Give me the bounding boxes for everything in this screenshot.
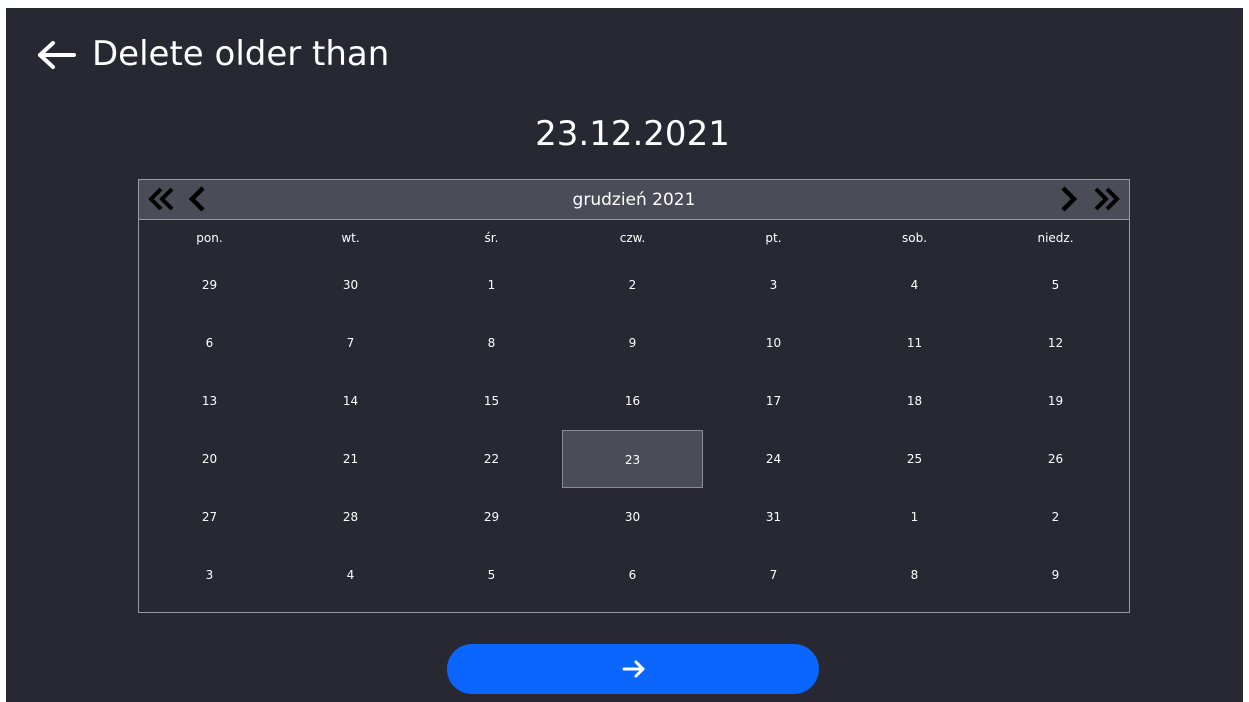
day-cell[interactable]: 24 xyxy=(703,430,844,488)
next-year-button[interactable] xyxy=(1091,183,1121,215)
day-cell[interactable]: 12 xyxy=(985,314,1126,372)
weekday-label: wt. xyxy=(341,231,360,245)
day-cell[interactable]: 10 xyxy=(703,314,844,372)
day-cell[interactable]: 3 xyxy=(703,256,844,314)
day-cell[interactable]: 30 xyxy=(562,488,703,546)
back-button[interactable] xyxy=(34,38,78,72)
day-cell[interactable]: 25 xyxy=(844,430,985,488)
day-cell[interactable]: 14 xyxy=(280,372,421,430)
day-cell[interactable]: 5 xyxy=(421,546,562,604)
double-chevron-left-icon xyxy=(148,187,174,211)
weekday-label: niedz. xyxy=(1037,231,1074,245)
day-cell[interactable]: 7 xyxy=(703,546,844,604)
day-cell[interactable]: 6 xyxy=(562,546,703,604)
day-cell[interactable]: 6 xyxy=(139,314,280,372)
day-cell[interactable]: 27 xyxy=(139,488,280,546)
weekday-header-row: pon. wt. śr. czw. pt. sob. niedz. xyxy=(139,220,1129,256)
day-cell[interactable]: 4 xyxy=(280,546,421,604)
arrow-right-icon xyxy=(622,660,645,678)
day-cell[interactable]: 29 xyxy=(139,256,280,314)
confirm-button[interactable] xyxy=(447,644,819,694)
weekday-label: pt. xyxy=(765,231,782,245)
chevron-right-icon xyxy=(1061,186,1078,212)
day-cell[interactable]: 20 xyxy=(139,430,280,488)
day-cell[interactable]: 22 xyxy=(421,430,562,488)
day-cell[interactable]: 5 xyxy=(985,256,1126,314)
selected-date-display: 23.12.2021 xyxy=(535,114,730,154)
day-cell[interactable]: 8 xyxy=(421,314,562,372)
day-cell[interactable]: 1 xyxy=(421,256,562,314)
screen: Delete older than 23.12.2021 grudzień 20… xyxy=(6,8,1243,702)
previous-year-button[interactable] xyxy=(147,183,177,215)
day-cell[interactable]: 17 xyxy=(703,372,844,430)
weekday-label: sob. xyxy=(901,231,928,245)
calendar: grudzień 2021 pon. wt. śr. czw. pt. sob.… xyxy=(138,179,1130,613)
day-cell[interactable]: 13 xyxy=(139,372,280,430)
double-chevron-right-icon xyxy=(1094,187,1120,211)
day-cell[interactable]: 28 xyxy=(280,488,421,546)
day-cell[interactable]: 16 xyxy=(562,372,703,430)
day-cell[interactable]: 7 xyxy=(280,314,421,372)
month-label: grudzień 2021 xyxy=(572,190,696,210)
calendar-header: grudzień 2021 xyxy=(139,180,1129,220)
chevron-left-icon xyxy=(188,186,205,212)
day-cell[interactable]: 19 xyxy=(985,372,1126,430)
day-cell[interactable]: 9 xyxy=(985,546,1126,604)
page-title: Delete older than xyxy=(92,34,390,74)
day-cell[interactable]: 29 xyxy=(421,488,562,546)
weekday-label: czw. xyxy=(619,231,646,245)
weekday-label: śr. xyxy=(484,231,499,245)
weekday-label: pon. xyxy=(196,231,223,245)
day-cell[interactable]: 26 xyxy=(985,430,1126,488)
day-cell[interactable]: 4 xyxy=(844,256,985,314)
day-cell[interactable]: 3 xyxy=(139,546,280,604)
day-cell[interactable]: 9 xyxy=(562,314,703,372)
day-cell[interactable]: 18 xyxy=(844,372,985,430)
day-cell-selected[interactable]: 23 xyxy=(562,430,703,488)
day-cell[interactable]: 21 xyxy=(280,430,421,488)
day-cell[interactable]: 30 xyxy=(280,256,421,314)
day-cell[interactable]: 15 xyxy=(421,372,562,430)
previous-month-button[interactable] xyxy=(187,183,209,215)
day-cell[interactable]: 31 xyxy=(703,488,844,546)
day-cell[interactable]: 11 xyxy=(844,314,985,372)
day-cell[interactable]: 8 xyxy=(844,546,985,604)
day-cell[interactable]: 2 xyxy=(985,488,1126,546)
day-cell[interactable]: 2 xyxy=(562,256,703,314)
arrow-left-icon xyxy=(38,41,76,69)
day-cell[interactable]: 1 xyxy=(844,488,985,546)
next-month-button[interactable] xyxy=(1057,183,1079,215)
